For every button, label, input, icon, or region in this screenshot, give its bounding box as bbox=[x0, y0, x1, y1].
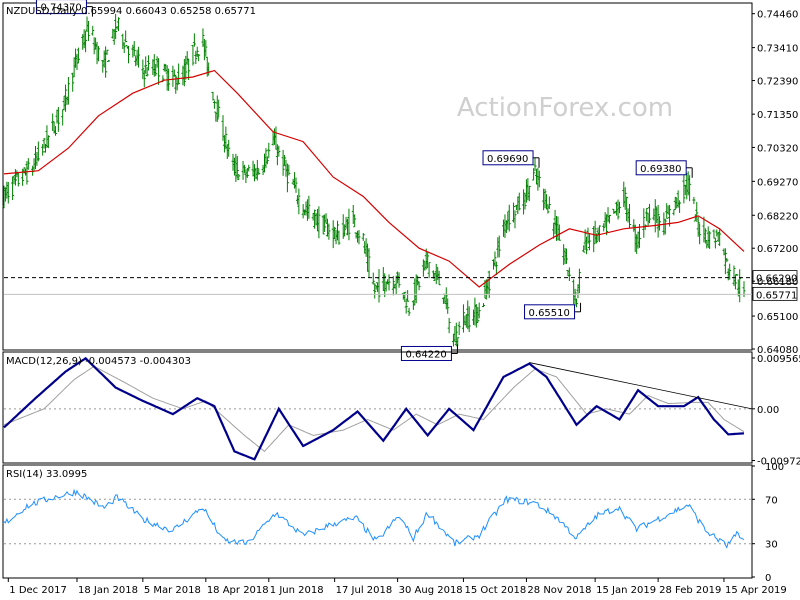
price-axis: 0.74460 0.73410 0.72390 0.71350 0.70320 0.692… bbox=[752, 10, 798, 356]
rsi-pane-frame bbox=[2, 464, 753, 579]
rsi-pane: 100 70 30 0 RSI(14) 33.0995 bbox=[2, 462, 784, 584]
date-tick-label: 1 Jun 2018 bbox=[270, 585, 324, 596]
rsi-tick-label: 70 bbox=[765, 495, 778, 506]
macd-pane: 0.0095650.00-0.00972 MACD(12,26,9) -0.00… bbox=[2, 351, 800, 468]
price-tick-label: 0.66180 bbox=[757, 277, 798, 288]
date-tick-label: 17 Jul 2018 bbox=[336, 585, 393, 596]
price-candles bbox=[2, 13, 746, 347]
macd-pane-frame bbox=[2, 351, 753, 464]
date-tick-label: 18 Jan 2018 bbox=[78, 585, 138, 596]
date-tick-label: 28 Nov 2018 bbox=[527, 585, 591, 596]
date-tick-label: 18 Apr 2018 bbox=[207, 585, 269, 596]
swing-label: 0.69380 bbox=[640, 164, 681, 175]
price-tick-label: 0.67200 bbox=[757, 244, 798, 255]
rsi-tick-label: 100 bbox=[765, 462, 784, 473]
date-tick-label: 15 Oct 2018 bbox=[464, 585, 526, 596]
swing-label: 0.64220 bbox=[405, 349, 446, 360]
date-tick-label: 15 Jan 2019 bbox=[596, 585, 656, 596]
price-pane: 0.662900.657710.743700.642200.696900.655… bbox=[2, 0, 798, 361]
rsi-tick-label: 0 bbox=[765, 573, 771, 584]
price-annotations: 0.662900.657710.743700.642200.696900.655… bbox=[4, 0, 798, 361]
date-tick-label: 1 Dec 2017 bbox=[9, 585, 67, 596]
price-tick-label: 0.69270 bbox=[757, 177, 798, 188]
swing-label: 0.69690 bbox=[487, 154, 528, 165]
price-tick-label: 0.72390 bbox=[757, 77, 798, 88]
date-axis: 1 Dec 2017 18 Jan 2018 5 Mar 2018 18 Apr 20… bbox=[7, 578, 787, 596]
price-tick-label: 0.68220 bbox=[757, 211, 798, 222]
price-pane-title: NZDUSD,Daily 0.65994 0.66043 0.65258 0.6… bbox=[6, 6, 256, 17]
nzdusd-chart: ActionForex.com 0.662900.657710.743700.6… bbox=[2, 0, 800, 596]
price-tick-label: 0.74460 bbox=[757, 10, 798, 21]
rsi-axis: 100 70 30 0 bbox=[752, 462, 784, 584]
watermark: ActionForex.com bbox=[457, 93, 673, 123]
swing-label: 0.65510 bbox=[529, 308, 570, 319]
macd-tick-label: 0.009565 bbox=[757, 354, 800, 365]
macd-axis: 0.0095650.00-0.00972 bbox=[752, 354, 800, 468]
price-tick-label: 0.70320 bbox=[757, 143, 798, 154]
macd-pane-title: MACD(12,26,9) -0.004573 -0.004303 bbox=[6, 356, 191, 367]
price-tick-label: 0.65100 bbox=[757, 312, 798, 323]
price-tick-label: 0.71350 bbox=[757, 110, 798, 121]
price-tag-label: 0.65771 bbox=[756, 290, 797, 301]
date-tick-label: 15 Apr 2019 bbox=[725, 585, 787, 596]
date-tick-label: 30 Aug 2018 bbox=[399, 585, 463, 596]
rsi-pane-title: RSI(14) 33.0995 bbox=[6, 469, 87, 480]
date-tick-label: 5 Mar 2018 bbox=[144, 585, 201, 596]
price-pane-frame bbox=[2, 2, 753, 351]
date-tick-label: 28 Feb 2019 bbox=[659, 585, 721, 596]
macd-tick-label: 0.00 bbox=[757, 405, 779, 416]
rsi-tick-label: 30 bbox=[765, 540, 778, 551]
price-tick-label: 0.73410 bbox=[757, 44, 798, 55]
